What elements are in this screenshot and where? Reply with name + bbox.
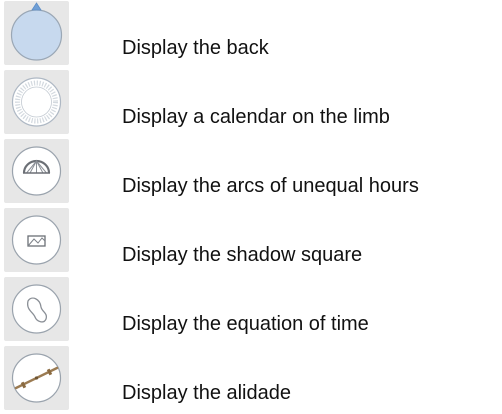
option-row-calendar: Display a calendar on the limb xyxy=(0,69,502,138)
display-unequal-hours-button[interactable] xyxy=(4,139,69,203)
shadow-square-icon xyxy=(11,215,62,265)
alidade-icon xyxy=(11,353,62,403)
option-label: Display a calendar on the limb xyxy=(122,106,390,128)
option-row-alidade: Display the alidade xyxy=(0,345,502,414)
option-row-unequal-hours: Display the arcs of unequal hours xyxy=(0,138,502,207)
display-back-button[interactable] xyxy=(4,1,69,65)
equation-of-time-icon xyxy=(11,284,62,334)
option-label: Display the alidade xyxy=(122,382,291,404)
display-alidade-button[interactable] xyxy=(4,346,69,410)
option-label: Display the arcs of unequal hours xyxy=(122,175,419,197)
calendar-limb-icon xyxy=(11,77,62,127)
option-label: Display the shadow square xyxy=(122,244,363,266)
option-row-shadow-square: Display the shadow square xyxy=(0,207,502,276)
option-label: Display the equation of time xyxy=(122,313,369,335)
option-row-back: Display the back xyxy=(0,0,502,69)
display-calendar-button[interactable] xyxy=(4,70,69,134)
option-label: Display the back xyxy=(122,37,269,59)
display-equation-of-time-button[interactable] xyxy=(4,277,69,341)
option-row-equation-of-time: Display the equation of time xyxy=(0,276,502,345)
back-disc-icon xyxy=(10,2,63,61)
unequal-hours-arcs-icon xyxy=(11,146,62,196)
display-shadow-square-button[interactable] xyxy=(4,208,69,272)
